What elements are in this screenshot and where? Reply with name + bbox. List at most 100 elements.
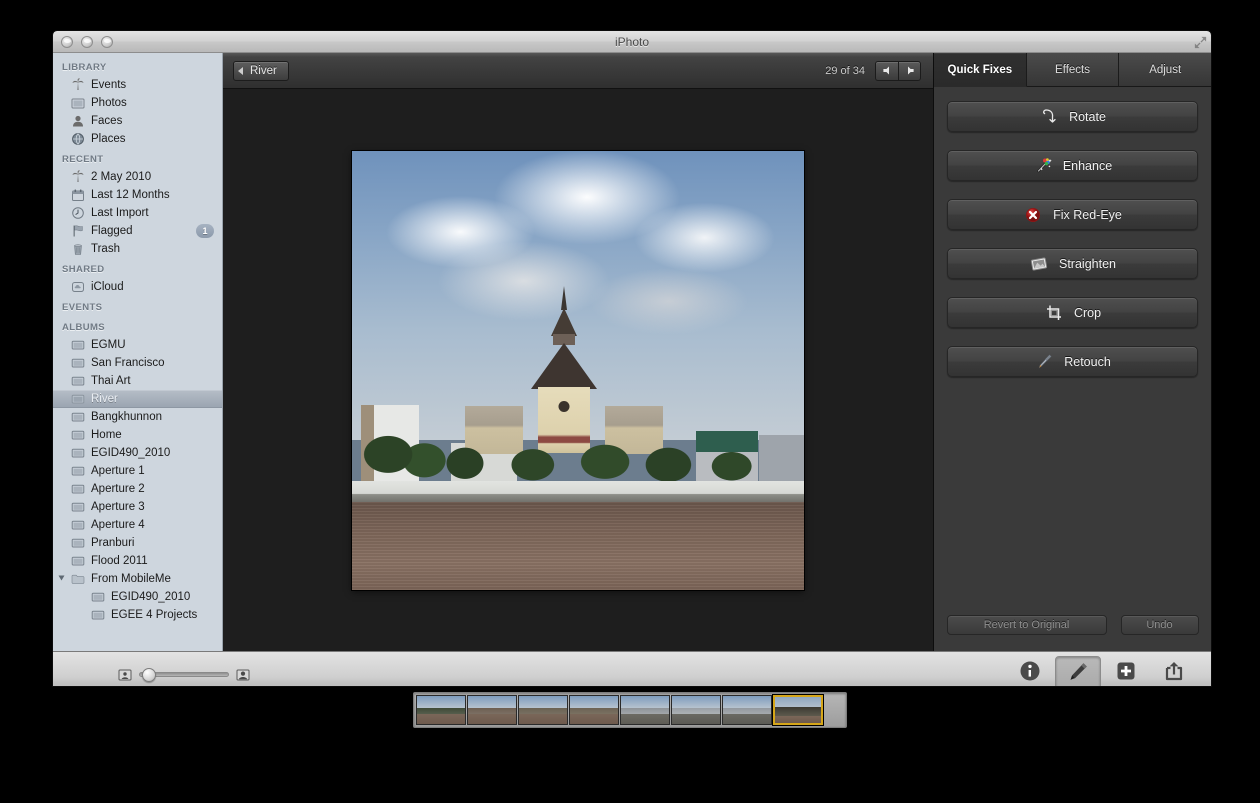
- folder-icon: [71, 574, 85, 584]
- tab-effects[interactable]: Effects: [1026, 53, 1120, 87]
- zoom-slider-knob[interactable]: [142, 668, 156, 682]
- sidebar-item-label: Photos: [91, 97, 127, 109]
- sidebar-item-bangkhunnon[interactable]: Bangkhunnon: [53, 408, 222, 426]
- album-icon: [71, 448, 85, 458]
- info-button[interactable]: Info: [1007, 656, 1053, 686]
- fix-red-eye-button[interactable]: Fix Red-Eye: [947, 199, 1198, 230]
- sidebar-item-label: River: [91, 393, 118, 405]
- chevron-down-icon[interactable]: [58, 575, 65, 581]
- album-icon: [71, 538, 85, 548]
- rotate-button[interactable]: Rotate: [947, 101, 1198, 132]
- filmstrip-thumbnail[interactable]: [620, 695, 670, 725]
- sidebar-item-aperture-1[interactable]: Aperture 1: [53, 462, 222, 480]
- tool-label: Rotate: [1069, 109, 1106, 124]
- sidebar-item-home[interactable]: Home: [53, 426, 222, 444]
- edit-button[interactable]: Edit: [1055, 656, 1101, 686]
- photo-canvas[interactable]: [223, 89, 933, 651]
- photo-tower-roof-upper: [551, 307, 578, 336]
- sidebar-item-label: Aperture 1: [91, 465, 145, 477]
- sidebar-item-label: EGEE 4 Projects: [111, 609, 198, 621]
- sidebar-item-trash[interactable]: Trash: [53, 240, 222, 258]
- undo-button[interactable]: Undo: [1120, 615, 1199, 635]
- sidebar-item-label: Trash: [91, 243, 120, 255]
- sidebar-item-river[interactable]: River: [53, 390, 222, 408]
- sidebar-item-label: Pranburi: [91, 537, 135, 549]
- calendar-icon: [72, 189, 84, 201]
- album-icon: [71, 520, 85, 530]
- traffic-lights: [61, 36, 113, 48]
- sidebar-item-events[interactable]: Events: [53, 76, 222, 94]
- sidebar-item-aperture-4[interactable]: Aperture 4: [53, 516, 222, 534]
- album-icon: [91, 610, 105, 620]
- filmstrip-thumbnail[interactable]: [518, 695, 568, 725]
- sidebar-item-2-may-2010[interactable]: 2 May 2010: [53, 168, 222, 186]
- filmstrip-thumbnail[interactable]: [722, 695, 772, 725]
- sidebar-item-flagged[interactable]: Flagged 1: [53, 222, 222, 240]
- sidebar-item-egid490-2010[interactable]: EGID490_2010: [53, 444, 222, 462]
- photo-counter: 29 of 34: [825, 64, 865, 77]
- share-button[interactable]: Share: [1151, 656, 1197, 686]
- sidebar-item-last-import[interactable]: Last Import: [53, 204, 222, 222]
- sidebar-item-icloud[interactable]: iCloud: [53, 278, 222, 296]
- sidebar-item-egmu[interactable]: EGMU: [53, 336, 222, 354]
- tab-quick-fixes[interactable]: Quick Fixes: [934, 53, 1027, 87]
- filmstrip-thumbnail[interactable]: [569, 695, 619, 725]
- revert-to-original-button[interactable]: Revert to Original: [946, 615, 1107, 635]
- sidebar-item-pranburi[interactable]: Pranburi: [53, 534, 222, 552]
- enhance-button[interactable]: Enhance: [947, 150, 1198, 181]
- clock-icon: [72, 207, 84, 219]
- sidebar-item-flood-2011[interactable]: Flood 2011: [53, 552, 222, 570]
- add-to-button[interactable]: Add To: [1103, 656, 1149, 686]
- minimize-button[interactable]: [81, 36, 93, 48]
- breadcrumb-back-button[interactable]: River: [233, 60, 289, 81]
- palm-tree-icon: [72, 78, 84, 90]
- photo-viewer-image[interactable]: [352, 150, 804, 590]
- sidebar[interactable]: LIBRARY Events Photos Faces Places RECEN…: [53, 53, 223, 651]
- sidebar-item-last-12-months[interactable]: Last 12 Months: [53, 186, 222, 204]
- filmstrip-thumbnail[interactable]: [671, 695, 721, 725]
- sidebar-item-photos[interactable]: Photos: [53, 94, 222, 112]
- thumb-water: [621, 714, 669, 724]
- album-icon: [71, 556, 85, 566]
- sidebar-item-faces[interactable]: Faces: [53, 112, 222, 130]
- edit-panel-tabs: Quick Fixes Effects Adjust: [934, 53, 1211, 87]
- thumb-water: [723, 714, 771, 724]
- photo-river-wall: [352, 481, 804, 504]
- zoom-in-icon[interactable]: [236, 669, 250, 681]
- resize-handle[interactable]: [1193, 35, 1208, 50]
- sidebar-item-egee-4-projects[interactable]: EGEE 4 Projects: [53, 606, 222, 624]
- sidebar-item-thai-art[interactable]: Thai Art: [53, 372, 222, 390]
- info-icon: [1020, 661, 1040, 681]
- sidebar-header-recent: RECENT: [62, 154, 104, 165]
- filmstrip-thumbnail-selected[interactable]: [773, 695, 823, 725]
- filmstrip-thumbnail[interactable]: [467, 695, 517, 725]
- sidebar-item-egid490-2010-child[interactable]: EGID490_2010: [53, 588, 222, 606]
- retouch-button[interactable]: Retouch: [947, 346, 1198, 377]
- sidebar-item-label: Places: [91, 133, 126, 145]
- sidebar-item-from-mobileme[interactable]: From MobileMe: [53, 570, 222, 588]
- sidebar-item-label: Events: [91, 79, 127, 91]
- crop-button[interactable]: Crop: [947, 297, 1198, 328]
- filmstrip[interactable]: [413, 692, 847, 728]
- album-icon: [71, 466, 85, 476]
- tab-adjust[interactable]: Adjust: [1119, 53, 1211, 87]
- zoom-out-icon[interactable]: [118, 669, 132, 681]
- sidebar-item-aperture-2[interactable]: Aperture 2: [53, 480, 222, 498]
- previous-photo-button[interactable]: [875, 60, 898, 81]
- zoom-slider-track[interactable]: [139, 668, 229, 682]
- sidebar-item-aperture-3[interactable]: Aperture 3: [53, 498, 222, 516]
- sidebar-item-label: Bangkhunnon: [91, 411, 162, 423]
- zoom-button[interactable]: [101, 36, 113, 48]
- album-icon: [71, 394, 85, 404]
- filmstrip-thumbnail[interactable]: [416, 695, 466, 725]
- sidebar-item-san-francisco[interactable]: San Francisco: [53, 354, 222, 372]
- sidebar-item-label: EGID490_2010: [91, 447, 171, 459]
- close-button[interactable]: [61, 36, 73, 48]
- photo-tower-spire: [561, 285, 568, 310]
- palm-tree-icon: [72, 170, 84, 182]
- next-photo-button[interactable]: [898, 60, 921, 81]
- photo-topbar: River 29 of 34: [223, 53, 933, 89]
- photo-tree-line: [352, 409, 804, 485]
- straighten-button[interactable]: Straighten: [947, 248, 1198, 279]
- sidebar-item-places[interactable]: Places: [53, 130, 222, 148]
